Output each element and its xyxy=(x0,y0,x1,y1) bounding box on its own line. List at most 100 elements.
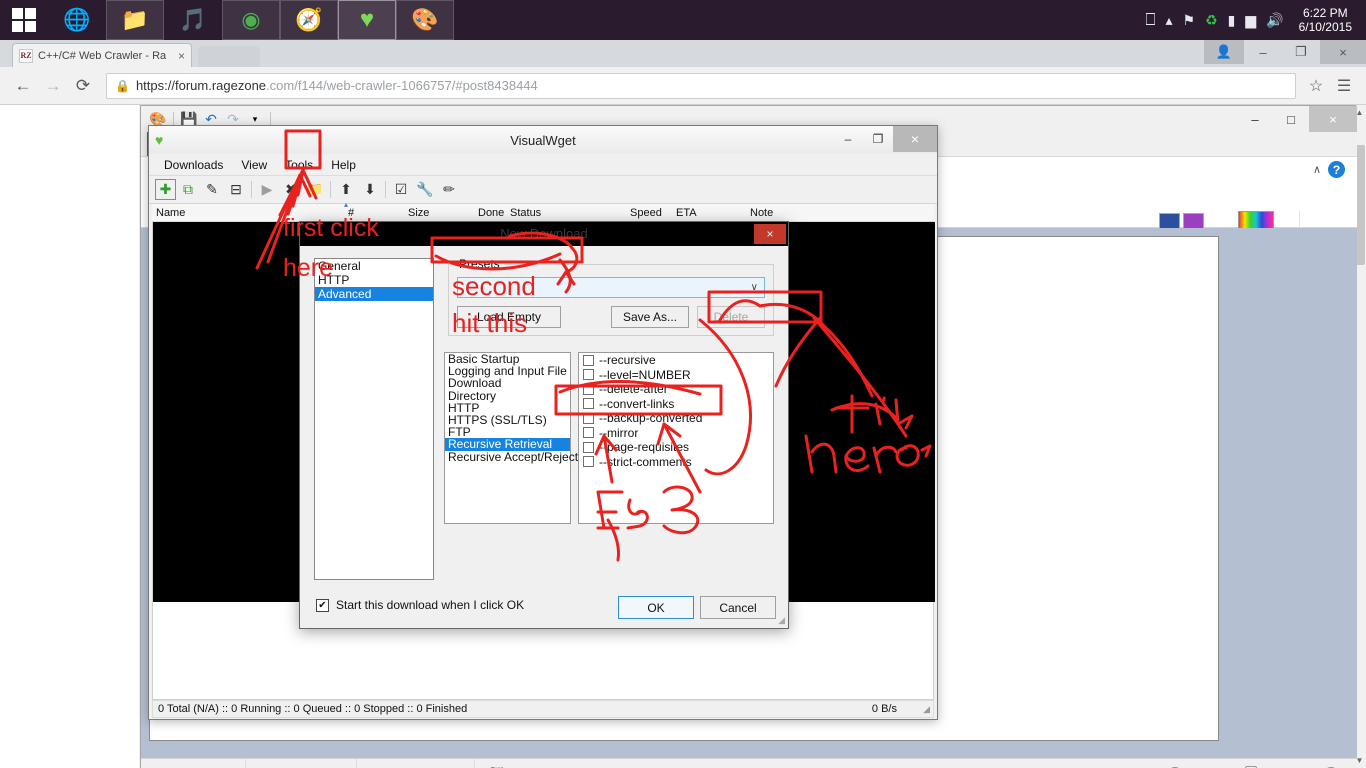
chrome-menu-icon[interactable]: ☰ xyxy=(1330,72,1358,100)
taskbar-item-google-chrome[interactable]: ◉ xyxy=(222,0,280,40)
ribbon-collapse-icon[interactable]: ∧ xyxy=(1313,163,1321,176)
option-backup-converted[interactable]: --backup-converted xyxy=(579,411,773,426)
taskbar-item-file-explorer[interactable]: 📁 xyxy=(106,0,164,40)
option-strict-comments-label: --strict-comments xyxy=(599,454,692,469)
option-checkbox-list[interactable]: --recursive --level=NUMBER --delete-afte… xyxy=(578,352,774,524)
resize-grip-icon[interactable]: ◢ xyxy=(923,704,930,715)
menu-downloads[interactable]: Downloads xyxy=(155,154,232,176)
menu-view[interactable]: View xyxy=(232,154,276,176)
select-all-button[interactable]: ☑ xyxy=(389,178,413,202)
volume-icon[interactable]: 🔊 xyxy=(1266,12,1283,29)
move-up-button[interactable]: ⬆ xyxy=(334,178,358,202)
start-download-checkbox[interactable]: ✔ Start this download when I click OK xyxy=(316,598,524,612)
chrome-close-button[interactable]: × xyxy=(1320,40,1366,64)
option-page-requisites[interactable]: --page-requisites xyxy=(579,440,773,455)
user-profile-icon[interactable]: 👤 xyxy=(1204,40,1244,64)
save-as-button[interactable]: Save As... xyxy=(611,306,689,328)
annotation-first-click-line1: first click xyxy=(283,214,379,242)
visualwget-maximize-button[interactable]: ❐ xyxy=(863,126,893,152)
category-directory[interactable]: Directory xyxy=(445,389,570,401)
paint-maximize-button[interactable]: □ xyxy=(1273,106,1309,132)
taskbar-item-itunes[interactable]: 🎵 xyxy=(164,0,222,40)
chrome-window-controls: 👤 – ❐ × xyxy=(1204,40,1366,67)
taskbar-item-visualwget[interactable]: ♥ xyxy=(338,0,396,40)
network-sync-icon[interactable]: ♻ xyxy=(1205,12,1218,29)
taskbar-item-safari[interactable]: 🧭 xyxy=(280,0,338,40)
visualwget-close-button[interactable]: × xyxy=(893,126,937,152)
menu-help[interactable]: Help xyxy=(322,154,365,176)
address-bar-url-primary: https://forum.ragezone xyxy=(135,78,267,93)
checkbox-page-requisites[interactable] xyxy=(583,441,594,453)
option-category-list[interactable]: Basic Startup Logging and Input File Dow… xyxy=(444,352,578,524)
column-header-done[interactable]: Done xyxy=(478,207,504,219)
stop-download-button[interactable]: ✖ xyxy=(279,178,303,202)
show-hidden-icons-button[interactable]: ▴ xyxy=(1166,12,1173,29)
new-tab-button[interactable] xyxy=(198,46,260,67)
new-download-batch-button[interactable]: ⧉ xyxy=(176,178,200,202)
back-button[interactable]: ← xyxy=(8,71,38,101)
dialog-resize-grip-icon[interactable]: ◢ xyxy=(778,615,785,626)
flag-action-center-icon[interactable]: ⚑ xyxy=(1183,12,1196,29)
start-download-button[interactable]: ▶ xyxy=(255,178,279,202)
cancel-button[interactable]: Cancel xyxy=(700,596,776,619)
checkbox-level[interactable] xyxy=(583,369,594,381)
address-bar[interactable]: 🔒 https://forum.ragezone .com/f144/web-c… xyxy=(106,72,1296,99)
menu-tools[interactable]: Tools xyxy=(276,154,322,176)
dialog-nav-list[interactable]: General HTTP Advanced xyxy=(314,258,434,580)
visualwget-minimize-button[interactable]: – xyxy=(833,126,863,152)
about-button[interactable]: ✏ xyxy=(437,178,461,202)
category-download[interactable]: Download xyxy=(445,377,570,389)
edit-download-button[interactable]: ✎ xyxy=(200,178,224,202)
browser-tab[interactable]: RZ C++/C# Web Crawler - Ra × xyxy=(12,43,192,67)
column-header-eta[interactable]: ETA xyxy=(676,207,697,219)
taskbar-item-paint[interactable]: 🎨 xyxy=(396,0,454,40)
paint-minimize-button[interactable]: – xyxy=(1237,106,1273,132)
checkbox-backup-converted[interactable] xyxy=(583,412,594,424)
checkbox-mirror[interactable] xyxy=(583,427,594,439)
column-header-size[interactable]: Size xyxy=(408,207,429,219)
column-header-speed[interactable]: Speed xyxy=(630,207,662,219)
start-button[interactable] xyxy=(0,0,48,40)
nav-item-advanced[interactable]: Advanced xyxy=(315,287,433,301)
category-recursive-retrieval[interactable]: Recursive Retrieval xyxy=(445,438,570,451)
signal-icon[interactable]: ▆ xyxy=(1245,12,1256,29)
clock[interactable]: 6:22 PM 6/10/2015 xyxy=(1289,6,1358,34)
option-recursive[interactable]: --recursive xyxy=(579,353,773,368)
checkbox-convert-links[interactable] xyxy=(583,398,594,410)
option-strict-comments[interactable]: --strict-comments xyxy=(579,455,773,470)
checkbox-strict-comments[interactable] xyxy=(583,456,594,468)
column-header-status[interactable]: Status xyxy=(510,207,541,219)
new-download-button[interactable]: ✚ xyxy=(155,179,176,200)
address-bar-url-rest: .com/f144/web-crawler-1066757/#post84384… xyxy=(266,78,538,93)
category-recursive-accept-reject[interactable]: Recursive Accept/Reject xyxy=(445,450,578,462)
chevron-down-icon[interactable]: ∨ xyxy=(751,282,758,293)
move-down-button[interactable]: ⬇ xyxy=(358,178,382,202)
option-mirror[interactable]: --mirror xyxy=(579,426,773,441)
option-level[interactable]: --level=NUMBER xyxy=(579,368,773,383)
checkbox-recursive[interactable] xyxy=(583,354,594,366)
checkbox-start-download[interactable]: ✔ xyxy=(316,598,329,612)
paint-close-button[interactable]: × xyxy=(1309,106,1357,132)
keyboard-icon[interactable]: ⎕ xyxy=(1145,10,1155,30)
column-header-name[interactable]: Name xyxy=(156,207,185,219)
chrome-maximize-button[interactable]: ❐ xyxy=(1282,40,1320,64)
open-folder-button[interactable]: 📁 xyxy=(303,178,327,202)
battery-icon[interactable]: ▮ xyxy=(1228,12,1236,29)
options-button[interactable]: 🔧 xyxy=(413,178,437,202)
reload-button[interactable]: ⟳ xyxy=(68,71,98,101)
ok-button[interactable]: OK xyxy=(618,596,694,619)
option-convert-links[interactable]: --convert-links xyxy=(579,397,773,412)
remove-download-button[interactable]: ⊟ xyxy=(224,178,248,202)
tab-close-icon[interactable]: × xyxy=(178,49,185,63)
chrome-minimize-button[interactable]: – xyxy=(1244,40,1282,64)
column-header-note[interactable]: Note xyxy=(750,207,773,219)
forward-button[interactable]: → xyxy=(38,71,68,101)
checkbox-delete-after[interactable] xyxy=(583,383,594,395)
visualwget-title: VisualWget xyxy=(510,132,576,148)
visualwget-taskbar-icon: ♥ xyxy=(359,6,375,33)
taskbar-item-internet-explorer[interactable]: 🌐 xyxy=(48,0,106,40)
option-delete-after[interactable]: --delete-after xyxy=(579,382,773,397)
dialog-close-button[interactable]: × xyxy=(754,224,786,244)
bookmark-star-icon[interactable]: ☆ xyxy=(1302,72,1330,100)
help-icon[interactable]: ? xyxy=(1328,161,1345,178)
